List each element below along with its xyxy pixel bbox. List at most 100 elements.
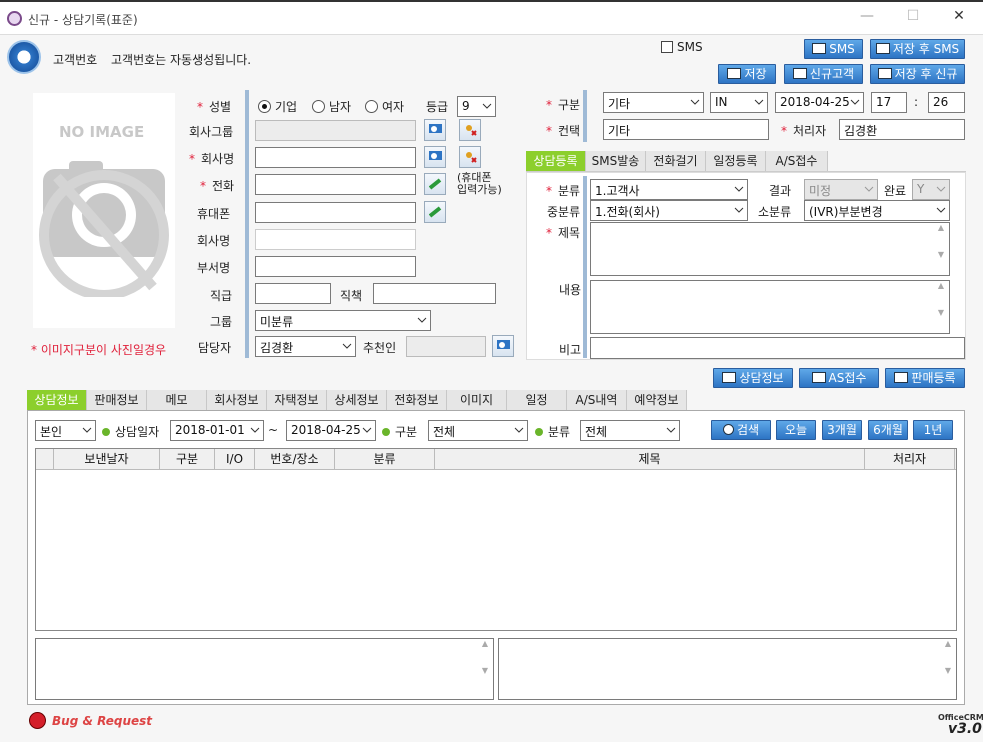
col-number-place[interactable]: 번호/장소 <box>255 449 335 469</box>
3-months-button[interactable]: 3개월 <box>822 420 862 440</box>
mobile-call-button[interactable] <box>424 201 446 223</box>
today-button[interactable]: 오늘 <box>776 420 816 440</box>
tab-reservation-info[interactable]: 예약정보 <box>627 390 687 410</box>
phone-field[interactable] <box>255 174 416 195</box>
tab-image[interactable]: 이미지 <box>447 390 507 410</box>
save-then-new-button[interactable]: 저장 후 신규 <box>870 64 965 84</box>
filter-category-select[interactable]: 전체 <box>580 420 680 441</box>
date-to-picker[interactable]: 2018-04-25 <box>286 420 376 441</box>
filter-type-select[interactable]: 전체 <box>428 420 528 441</box>
scope-select[interactable]: 본인 <box>35 420 96 441</box>
history-grid[interactable]: 보낸날자 구분 I/O 번호/장소 분류 제목 처리자 <box>35 448 957 631</box>
customer-icon <box>7 40 41 74</box>
tab-memo[interactable]: 메모 <box>147 390 207 410</box>
save-then-sms-button[interactable]: 저장 후 SMS <box>870 39 965 59</box>
consult-tab-bar: 상담등록 SMS발송 전화걸기 일정등록 A/S접수 <box>526 151 966 172</box>
gender-radio-male[interactable]: 남자 <box>312 98 351 115</box>
consult-type-select[interactable]: 기타 <box>603 92 704 113</box>
col-handler[interactable]: 처리자 <box>865 449 955 469</box>
date-from-picker[interactable]: 2018-01-01 <box>170 420 264 441</box>
6-months-button[interactable]: 6개월 <box>868 420 908 440</box>
disk-icon <box>727 68 742 79</box>
save-button[interactable]: 저장 <box>718 64 776 84</box>
company-search-button[interactable] <box>424 146 446 168</box>
close-button[interactable]: ✕ <box>944 8 974 28</box>
io-select[interactable]: IN <box>710 92 768 113</box>
tab-phone-info[interactable]: 전화정보 <box>387 390 447 410</box>
rank-field[interactable] <box>255 283 331 304</box>
tab-phone-call[interactable]: 전화걸기 <box>646 151 706 171</box>
mid-category-select[interactable]: 1.전화(회사) <box>590 200 748 221</box>
sub-category-select[interactable]: (IVR)부분변경 <box>804 200 950 221</box>
company-name-field[interactable] <box>255 147 416 168</box>
scrollbar[interactable]: ▲ ▼ <box>933 281 949 333</box>
photo-box[interactable]: NO IMAGE <box>33 93 175 328</box>
gender-radio-female[interactable]: 여자 <box>365 98 404 115</box>
col-sent-date[interactable]: 보낸날자 <box>54 449 160 469</box>
recommender-search-button[interactable] <box>492 335 514 357</box>
maximize-button[interactable]: ☐ <box>898 8 928 28</box>
search-icon <box>497 340 510 349</box>
phone-call-button[interactable] <box>424 173 446 195</box>
sms-button[interactable]: SMS <box>804 39 863 59</box>
ladybug-icon[interactable] <box>29 712 46 729</box>
as-receipt-button[interactable]: AS접수 <box>799 368 879 388</box>
1-year-button[interactable]: 1년 <box>913 420 953 440</box>
consult-info-button[interactable]: 상담정보 <box>713 368 793 388</box>
result-select[interactable]: 미정 <box>804 179 878 200</box>
tab-consult-info[interactable]: 상담정보 <box>27 390 87 410</box>
company-clear-button[interactable] <box>459 146 481 168</box>
new-customer-button[interactable]: 신규고객 <box>784 64 863 84</box>
search-button[interactable]: 검색 <box>711 420 771 440</box>
dept-field[interactable] <box>255 256 416 277</box>
bug-request-link[interactable]: Bug & Request <box>52 714 152 728</box>
sales-register-button[interactable]: 판매등록 <box>885 368 965 388</box>
col-type[interactable]: 구분 <box>160 449 215 469</box>
subject-textarea[interactable]: ▲ ▼ <box>590 222 950 276</box>
tab-company-info[interactable]: 회사정보 <box>207 390 267 410</box>
tab-as-history[interactable]: A/S내역 <box>567 390 627 410</box>
hour-field[interactable]: 17 <box>871 92 907 113</box>
group-select[interactable]: 미분류 <box>255 310 431 331</box>
company-group-clear-button[interactable] <box>459 119 481 141</box>
grade-select[interactable]: 9 <box>457 96 496 117</box>
manager-select[interactable]: 김경환 <box>255 336 356 357</box>
tab-schedule-register[interactable]: 일정등록 <box>706 151 766 171</box>
tab-consult-register[interactable]: 상담등록 <box>526 151 586 171</box>
company-name2-field[interactable] <box>255 229 416 250</box>
detail-right-textarea[interactable]: ▲ ▼ <box>498 638 957 700</box>
tab-sales-info[interactable]: 판매정보 <box>87 390 147 410</box>
grade-label: 등급 <box>426 100 449 114</box>
detail-left-textarea[interactable]: ▲ ▼ <box>35 638 494 700</box>
minute-field[interactable]: 26 <box>928 92 965 113</box>
handler-field[interactable]: 김경환 <box>839 119 965 140</box>
consult-date-picker[interactable]: 2018-04-25 <box>775 92 864 113</box>
mobile-field[interactable] <box>255 202 416 223</box>
scrollbar[interactable]: ▲ ▼ <box>933 223 949 275</box>
minimize-button[interactable]: — <box>852 8 882 28</box>
remark-field[interactable] <box>590 337 965 359</box>
contact-field[interactable]: 기타 <box>603 119 769 140</box>
scrollbar[interactable]: ▲ ▼ <box>940 639 956 699</box>
gender-radio-company[interactable]: 기업 <box>258 98 297 115</box>
tab-sms-send[interactable]: SMS발송 <box>586 151 646 171</box>
tab-as-receipt[interactable]: A/S접수 <box>766 151 828 171</box>
time-colon: : <box>914 95 919 109</box>
col-io[interactable]: I/O <box>215 449 255 469</box>
title-field[interactable] <box>373 283 496 304</box>
col-subject[interactable]: 제목 <box>435 449 865 469</box>
done-select[interactable]: Y <box>912 179 950 200</box>
tab-home-info[interactable]: 자택정보 <box>267 390 327 410</box>
sms-checkbox[interactable]: SMS <box>661 40 703 54</box>
company-group-field[interactable] <box>255 120 416 141</box>
company-group-search-button[interactable] <box>424 119 446 141</box>
content-textarea[interactable]: ▲ ▼ <box>590 280 950 334</box>
category-select[interactable]: 1.고객사 <box>590 179 748 200</box>
tab-schedule[interactable]: 일정 <box>507 390 567 410</box>
recommender-field[interactable] <box>406 336 486 357</box>
scrollbar[interactable]: ▲ ▼ <box>477 639 493 699</box>
col-category[interactable]: 분류 <box>335 449 435 469</box>
subject-label: * 제목 <box>546 226 581 240</box>
tab-detail-info[interactable]: 상세정보 <box>327 390 387 410</box>
recommender-label: 추천인 <box>363 341 397 355</box>
